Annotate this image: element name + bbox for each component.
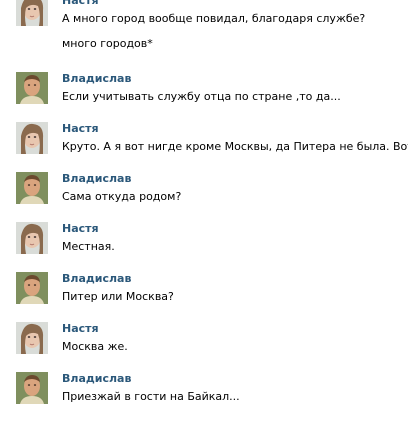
avatar[interactable] [16, 322, 48, 354]
author-name[interactable]: Настя [62, 322, 397, 336]
message-text: Питер или Москва? [62, 290, 174, 303]
female-avatar-photo [16, 0, 48, 26]
message-text: много городов* [62, 37, 153, 50]
message-text: Приезжай в гости на Байкал... [62, 390, 240, 403]
message-text: Москва же. [62, 340, 128, 353]
avatar[interactable] [16, 222, 48, 254]
avatar[interactable] [16, 122, 48, 154]
author-name[interactable]: Настя [62, 122, 397, 136]
female-avatar-photo [16, 122, 48, 154]
author-name[interactable]: Владислав [62, 272, 397, 286]
male-avatar-photo [16, 372, 48, 404]
avatar[interactable] [16, 172, 48, 204]
male-avatar-photo [16, 172, 48, 204]
message-text: Круто. А я вот нигде кроме Москвы, да Пи… [62, 140, 408, 153]
author-name[interactable]: Настя [62, 0, 397, 8]
author-name[interactable]: Владислав [62, 72, 397, 86]
message-text: А много город вообще повидал, благодаря … [62, 12, 366, 25]
author-name[interactable]: Настя [62, 222, 397, 236]
message-text: Местная. [62, 240, 115, 253]
avatar[interactable] [16, 0, 48, 26]
message-text: Сама откуда родом? [62, 190, 182, 203]
female-avatar-photo [16, 222, 48, 254]
male-avatar-photo [16, 72, 48, 104]
message-text: Если учитывать службу отца по стране ,то… [62, 90, 341, 103]
author-name[interactable]: Владислав [62, 172, 397, 186]
author-name[interactable]: Владислав [62, 372, 397, 386]
avatar[interactable] [16, 272, 48, 304]
male-avatar-photo [16, 272, 48, 304]
female-avatar-photo [16, 322, 48, 354]
avatar[interactable] [16, 72, 48, 104]
avatar[interactable] [16, 372, 48, 404]
